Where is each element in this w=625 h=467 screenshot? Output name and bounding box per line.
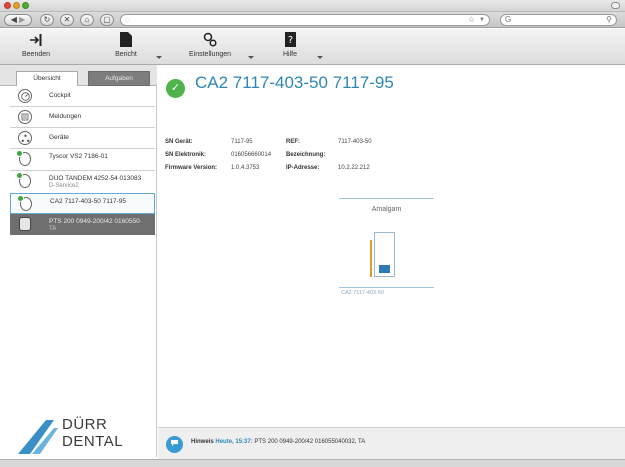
sn-device-value: 7117-95 bbox=[231, 139, 253, 145]
amalgam-gauge bbox=[374, 232, 395, 277]
firmware-label: Firmware Version: bbox=[165, 165, 218, 171]
sn-electronics-label: SN Elektronik: bbox=[165, 152, 207, 158]
settings-label: Einstellungen bbox=[188, 51, 232, 58]
device-name: DUO TANDEM 4252-54 013083 bbox=[49, 175, 142, 182]
window-titlebar bbox=[0, 0, 625, 12]
magnifier-icon[interactable]: ⚲ bbox=[606, 15, 612, 25]
settings-icon bbox=[182, 31, 238, 48]
settings-button[interactable]: Einstellungen bbox=[182, 31, 238, 58]
app-toolbar: Beenden Bericht Einstellungen ? Hilfe bbox=[0, 29, 625, 65]
help-button[interactable]: ? Hilfe bbox=[270, 31, 310, 58]
stop-button[interactable]: ✕ bbox=[60, 14, 74, 26]
browser-toolbar: ◀ ▶ ↻ ✕ ⌂ ▢ ◌ ☆ ▼ G ⚲ bbox=[0, 12, 625, 28]
ref-value: 7117-403-50 bbox=[338, 139, 372, 145]
exit-button[interactable]: Beenden bbox=[12, 31, 60, 58]
sidebar-item-devices[interactable]: Geräte bbox=[10, 128, 155, 148]
device-item-pts[interactable]: PTS 200 0949-200/42 0160550· TA bbox=[10, 214, 155, 235]
logo-text-line2: DENTAL bbox=[62, 433, 124, 450]
notification-bar: Hinweis Heute, 15:37: PTS 200 0949-200/4… bbox=[158, 427, 625, 459]
device-item-tyscor[interactable]: Tyscor VS2 7186-01 bbox=[10, 149, 155, 170]
chevron-down-icon[interactable]: ▼ bbox=[479, 15, 485, 25]
messages-icon bbox=[18, 110, 32, 124]
back-forward-buttons[interactable]: ◀ ▶ bbox=[4, 14, 32, 26]
notification-message: PTS 200 0949-200/42 016055040032, TA bbox=[254, 439, 366, 445]
reload-button[interactable]: ↻ bbox=[40, 14, 54, 26]
device-name: PTS 200 0949-200/42 0160550· bbox=[49, 218, 142, 225]
divider bbox=[339, 198, 434, 199]
notification-label: Hinweis bbox=[191, 439, 214, 445]
device-icon bbox=[19, 217, 31, 231]
ip-value: 10.2.22.212 bbox=[338, 165, 370, 171]
status-ok-icon bbox=[16, 150, 23, 157]
notification-time: Heute, 15:37: bbox=[215, 439, 253, 445]
document-icon bbox=[102, 31, 150, 48]
status-ok-icon bbox=[16, 172, 23, 179]
reload-icon: ↻ bbox=[43, 15, 51, 24]
clock-icon bbox=[18, 89, 32, 103]
divider bbox=[339, 287, 434, 288]
amalgam-fill bbox=[379, 265, 390, 273]
chevron-down-icon[interactable] bbox=[317, 56, 323, 59]
home-button[interactable]: ⌂ bbox=[80, 14, 94, 26]
sidebar-item-messages[interactable]: Meldungen bbox=[10, 107, 155, 127]
ip-label: IP-Adresse: bbox=[286, 165, 320, 171]
device-name: CA2 7117-403-50 7117-95 bbox=[50, 198, 127, 205]
help-icon: ? bbox=[270, 31, 310, 48]
ref-label: REF: bbox=[286, 139, 300, 145]
zoom-window-button[interactable] bbox=[22, 2, 29, 9]
tab-overview[interactable]: Übersicht bbox=[16, 71, 78, 86]
search-input[interactable]: G ⚲ bbox=[500, 14, 617, 26]
network-icon bbox=[18, 131, 32, 145]
window-status-strip bbox=[0, 459, 625, 467]
search-engine-icon[interactable]: G bbox=[505, 15, 511, 25]
page-icon: ◌ bbox=[125, 16, 130, 25]
help-label: Hilfe bbox=[282, 51, 297, 58]
check-icon: ✓ bbox=[166, 79, 185, 98]
device-item-ca2[interactable]: CA2 7117-403-50 7117-95 bbox=[10, 193, 155, 214]
sn-electronics-value: 016056660014 bbox=[231, 152, 272, 158]
star-icon[interactable]: ☆ bbox=[468, 15, 475, 25]
page-icon: ▢ bbox=[103, 15, 111, 24]
exit-label: Beenden bbox=[21, 51, 51, 58]
chat-bubble-icon bbox=[166, 436, 183, 453]
main-panel: ✓ CA2 7117-403-50 7117-95 SN Gerät: 7117… bbox=[158, 65, 625, 427]
notification-text: Hinweis Heute, 15:37: PTS 200 0949-200/4… bbox=[191, 439, 365, 445]
device-name: Tyscor VS2 7186-01 bbox=[49, 153, 108, 160]
home-icon: ⌂ bbox=[84, 15, 90, 24]
amalgam-title: Amalgam bbox=[371, 206, 402, 213]
firmware-value: 1.0.4.3753 bbox=[231, 165, 260, 171]
minimize-window-button[interactable] bbox=[13, 2, 20, 9]
url-input[interactable]: ◌ ☆ ▼ bbox=[120, 14, 490, 26]
device-subtitle: D-Service2 bbox=[49, 183, 79, 189]
sidebar: Übersicht Aufgaben Cockpit Meldungen Ger… bbox=[0, 65, 157, 457]
svg-text:?: ? bbox=[287, 35, 292, 46]
amalgam-device-caption: CA2 7117-403-50 bbox=[341, 290, 385, 296]
sidebar-item-label: Cockpit bbox=[49, 92, 71, 99]
report-label: Bericht bbox=[115, 51, 137, 58]
sidebar-tabs: Übersicht Aufgaben bbox=[0, 65, 157, 86]
device-item-duo-tandem[interactable]: DUO TANDEM 4252-54 013083 D-Service2 bbox=[10, 171, 155, 192]
tab-tasks[interactable]: Aufgaben bbox=[88, 71, 150, 86]
chevron-down-icon[interactable] bbox=[248, 56, 254, 59]
toolbar-toggle-button[interactable] bbox=[611, 2, 620, 9]
tab-overview-button[interactable]: ▢ bbox=[100, 14, 114, 26]
amalgam-level-marker bbox=[370, 240, 372, 277]
chevron-down-icon[interactable] bbox=[156, 56, 162, 59]
sidebar-item-label: Meldungen bbox=[49, 113, 82, 120]
duerr-dental-logo: DÜRR DENTAL bbox=[18, 414, 148, 456]
designation-label: Bezeichnung: bbox=[286, 152, 326, 158]
exit-icon bbox=[12, 31, 60, 48]
status-ok-icon bbox=[17, 195, 24, 202]
report-button[interactable]: Bericht bbox=[102, 31, 150, 58]
sidebar-item-cockpit[interactable]: Cockpit bbox=[10, 86, 155, 106]
sidebar-item-label: Geräte bbox=[49, 134, 69, 141]
sn-device-label: SN Gerät: bbox=[165, 139, 193, 145]
page-title: CA2 7117-403-50 7117-95 bbox=[195, 73, 394, 92]
logo-text-line1: DÜRR bbox=[62, 416, 108, 433]
stop-icon: ✕ bbox=[63, 15, 71, 24]
device-subtitle: TA bbox=[49, 226, 57, 232]
close-window-button[interactable] bbox=[4, 2, 11, 9]
